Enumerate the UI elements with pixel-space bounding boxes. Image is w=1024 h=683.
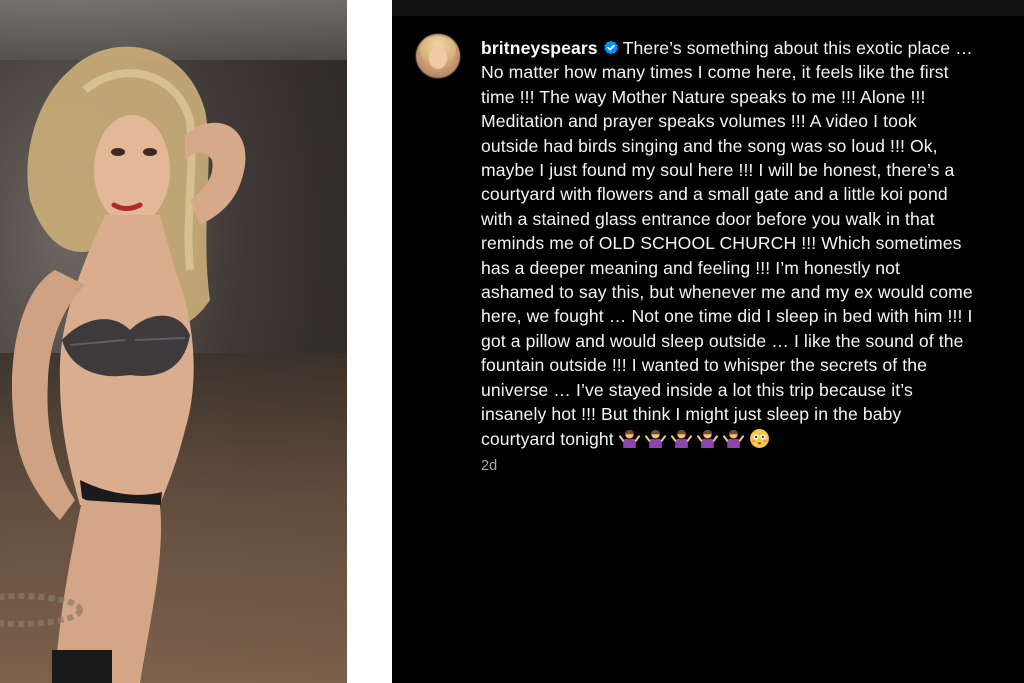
panel-divider [347,0,392,683]
caption-line-14: universe … I’ve stayed inside a lot this… [481,379,913,400]
caption-line-3: Meditation and prayer speaks volumes !!!… [481,111,917,132]
post-timestamp[interactable]: 2d [481,458,497,474]
verified-badge-icon [603,40,618,55]
photo-figure [0,46,246,683]
caption-line-10: ashamed to say this, but whenever me and… [481,282,973,303]
person-shrugging-emoji-icon [644,429,666,448]
post-caption: britneyspears There’s something about thi… [481,36,1021,451]
caption-line-1: No matter how many times I come here, it… [481,62,949,83]
instagram-post-panel: britneyspears There’s something about thi… [392,0,1024,683]
caption-line-13: fountain outside !!! I wanted to whisper… [481,355,928,376]
person-shrugging-emoji-icon [722,429,744,448]
person-shrugging-emoji-icon [696,429,718,448]
caption-line-9: has a deeper meaning and feeling !!! I’m… [481,257,901,278]
avatar-face [429,47,447,69]
caption-line-7: with a stained glass entrance door befor… [481,208,935,229]
caption-line-5: maybe I just found my soul here !!! I wi… [481,160,955,181]
post-top-bar [392,0,1024,16]
caption-line-2: time !!! The way Mother Nature speaks to… [481,86,926,107]
caption-line-11: here, we fought … Not one time did I sle… [481,306,973,327]
caption-text-0: There’s something about this exotic plac… [622,38,973,58]
person-shrugging-emoji-icon [670,429,692,448]
person-shrugging-emoji-icon [618,429,640,448]
username-link[interactable]: britneyspears [481,38,598,58]
caption-line-6: courtyard with flowers and a small gate … [481,184,948,205]
caption-line-12: got a pillow and would sleep outside … I… [481,330,964,351]
avatar[interactable] [416,34,460,78]
caption-text-16: courtyard tonight [481,428,614,449]
caption-line-15: insanely hot !!! But think I might just … [481,404,902,425]
flushed-face-emoji-icon [749,428,769,448]
post-photo[interactable] [0,0,347,683]
caption-line-4: outside had birds singing and the song w… [481,135,938,156]
caption-line-16: courtyard tonight [481,427,1021,451]
caption-line-0: britneyspears There’s something about thi… [481,36,1021,60]
caption-line-8: reminds me of OLD SCHOOL CHURCH !!! Whic… [481,233,962,254]
